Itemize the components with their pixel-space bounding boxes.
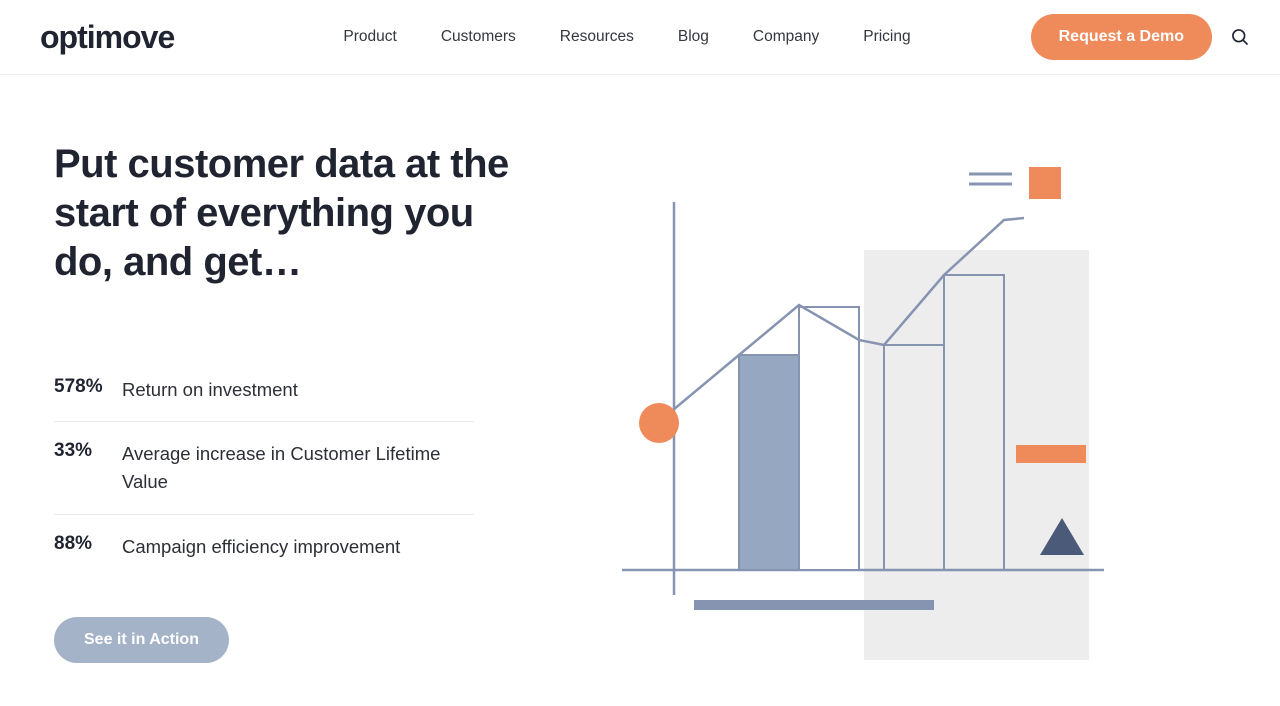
nav-resources[interactable]: Resources	[560, 28, 634, 46]
stat-label: Average increase in Customer Lifetime Va…	[122, 440, 474, 496]
stat-label: Return on investment	[122, 376, 298, 404]
stat-row: 33% Average increase in Customer Lifetim…	[54, 422, 474, 515]
stat-row: 578% Return on investment	[54, 358, 474, 423]
main-nav: Product Customers Resources Blog Company…	[343, 28, 910, 46]
request-demo-button[interactable]: Request a Demo	[1031, 14, 1212, 60]
search-icon[interactable]	[1230, 27, 1250, 47]
nav-blog[interactable]: Blog	[678, 28, 709, 46]
brand-logo[interactable]: optimove	[40, 19, 174, 56]
chart-graphic-icon	[584, 140, 1144, 660]
hero-copy: Put customer data at the start of everyt…	[54, 140, 524, 665]
stat-label: Campaign efficiency improvement	[122, 533, 400, 561]
hero-section: Put customer data at the start of everyt…	[0, 75, 1280, 665]
nav-customers[interactable]: Customers	[441, 28, 516, 46]
hero-headline: Put customer data at the start of everyt…	[54, 140, 524, 288]
stat-value: 578%	[54, 376, 122, 398]
stat-value: 88%	[54, 533, 122, 555]
stats-list: 578% Return on investment 33% Average in…	[54, 358, 474, 579]
nav-company[interactable]: Company	[753, 28, 819, 46]
stat-row: 88% Campaign efficiency improvement	[54, 515, 474, 579]
stat-value: 33%	[54, 440, 122, 462]
nav-pricing[interactable]: Pricing	[863, 28, 910, 46]
nav-product[interactable]: Product	[343, 28, 396, 46]
hero-illustration	[584, 140, 1240, 665]
site-header: optimove Product Customers Resources Blo…	[0, 0, 1280, 75]
see-it-in-action-button[interactable]: See it in Action	[54, 617, 229, 663]
